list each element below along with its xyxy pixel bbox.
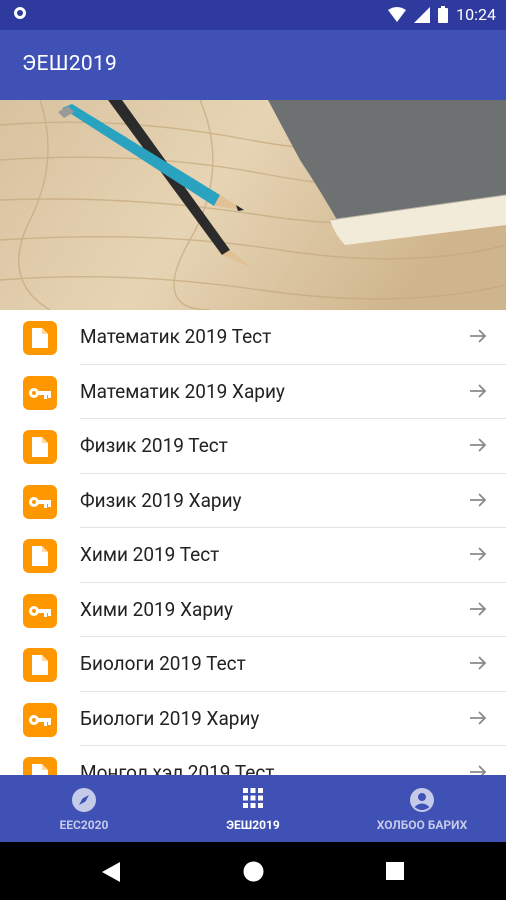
grid-icon	[243, 788, 263, 808]
account-icon	[410, 788, 434, 812]
home-icon[interactable]	[243, 861, 264, 882]
arrow-right-icon	[470, 438, 487, 452]
notification-icon	[14, 7, 26, 19]
list-item-label: Хими 2019 Хариу	[80, 597, 233, 621]
back-icon[interactable]	[102, 862, 120, 882]
document-icon	[23, 757, 57, 775]
document-icon	[23, 648, 57, 682]
list-item-label: Физик 2019 Тест	[80, 434, 228, 457]
recents-icon[interactable]	[386, 862, 404, 880]
arrow-right-icon	[470, 656, 487, 670]
exam-list: Математик 2019 Тест Математик 2019 Хариу…	[0, 310, 506, 775]
document-icon	[23, 539, 57, 573]
list-item-label: Хими 2019 Тест	[80, 543, 220, 566]
wifi-icon	[388, 6, 407, 22]
arrow-right-icon	[470, 547, 487, 561]
list-item-label: Физик 2019 Хариу	[80, 488, 242, 512]
nav-item-esh2019[interactable]: ЭЕШ2019	[169, 775, 337, 842]
list-item-label: Математик 2019 Тест	[80, 325, 272, 348]
arrow-right-icon	[470, 329, 487, 343]
nav-item-eec2020[interactable]: ЕЕС2020	[0, 775, 168, 842]
hero-image	[0, 100, 506, 310]
arrow-right-icon	[470, 383, 487, 398]
list-item-label: Математик 2019 Хариу	[80, 379, 285, 403]
list-item[interactable]: Монгол хэл 2019 Тест	[0, 746, 506, 775]
document-icon	[23, 321, 57, 355]
list-item[interactable]: Физик 2019 Хариу	[0, 474, 506, 528]
key-icon	[23, 702, 57, 737]
list-item-label: Биологи 2019 Тест	[80, 652, 246, 675]
arrow-right-icon	[470, 601, 487, 616]
nav-item-label: ЭЕШ2019	[226, 818, 280, 832]
key-icon	[23, 375, 57, 410]
status-bar: 10:24	[0, 0, 506, 30]
app-bar: ЭЕШ2019	[0, 30, 506, 100]
signal-icon	[414, 6, 431, 23]
list-item[interactable]: Биологи 2019 Хариу	[0, 692, 506, 746]
compass-icon	[72, 788, 96, 812]
list-item-label: Монгол хэл 2019 Тест	[80, 761, 275, 775]
battery-icon	[438, 6, 449, 23]
list-item[interactable]: Хими 2019 Хариу	[0, 583, 506, 637]
list-item[interactable]: Физик 2019 Тест	[0, 419, 506, 474]
arrow-right-icon	[470, 765, 487, 775]
list-item[interactable]: Математик 2019 Тест	[0, 310, 506, 365]
nav-item-label: ЕЕС2020	[59, 818, 109, 832]
key-icon	[23, 484, 57, 519]
app-title: ЭЕШ2019	[22, 52, 118, 76]
document-icon	[23, 430, 57, 464]
arrow-right-icon	[470, 710, 487, 725]
system-navigation-bar	[0, 842, 506, 900]
list-item[interactable]: Биологи 2019 Тест	[0, 637, 506, 692]
list-item[interactable]: Математик 2019 Хариу	[0, 365, 506, 419]
key-icon	[23, 593, 57, 628]
clock: 10:24	[456, 5, 496, 24]
nav-item-label: ХОЛБОО БАРИХ	[376, 818, 468, 832]
list-item-label: Биологи 2019 Хариу	[80, 706, 260, 730]
list-item[interactable]: Хими 2019 Тест	[0, 528, 506, 583]
arrow-right-icon	[470, 492, 487, 507]
bottom-navigation: ЕЕС2020 ЭЕШ2019 ХОЛБОО БАРИХ	[0, 775, 506, 842]
nav-item-contact[interactable]: ХОЛБОО БАРИХ	[338, 775, 506, 842]
